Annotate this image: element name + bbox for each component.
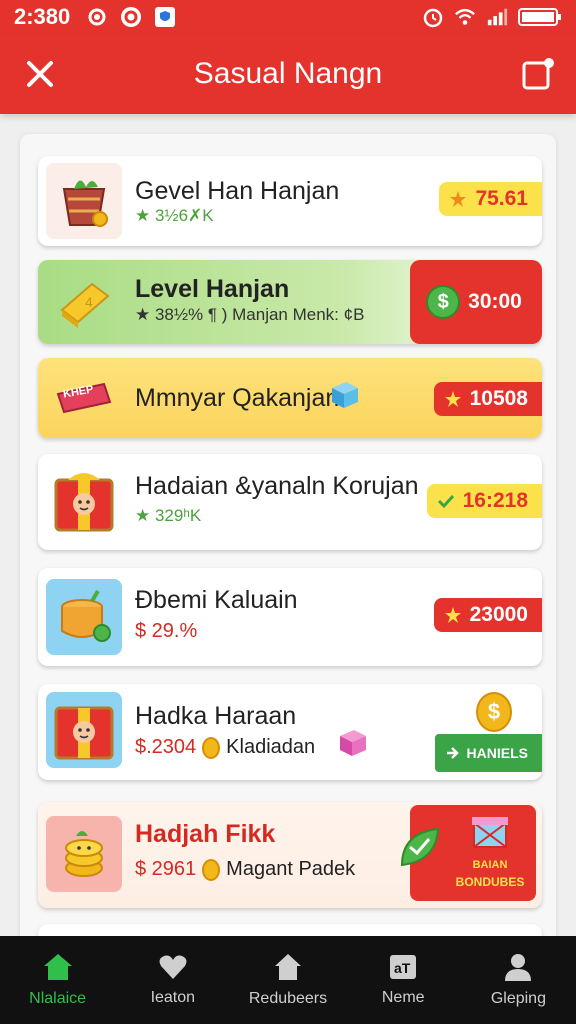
- signal-icon: [486, 6, 508, 28]
- compose-button[interactable]: [520, 56, 556, 92]
- close-icon: [27, 61, 53, 87]
- reward-value: 75.61: [475, 187, 528, 210]
- home-icon: [43, 954, 72, 980]
- nav-label: Nlalaice: [29, 990, 87, 1007]
- reward-value: 16:218: [462, 489, 528, 512]
- close-button[interactable]: [22, 56, 58, 92]
- coin-pot-icon: [46, 579, 122, 655]
- item-subtitle: ★ 3½6✗K: [135, 206, 214, 225]
- list-item[interactable]: KHEP Mmnyar Qakanjan 10508: [38, 358, 542, 438]
- item-title: Mmnyar Qakanjan: [135, 384, 340, 412]
- ticket-icon: [46, 360, 122, 436]
- item-subtitle: $ 2961 Magant Padek: [135, 858, 355, 881]
- item-title: Hadaian &yanaln Korujan: [135, 472, 419, 500]
- gift-box-icon: [46, 692, 122, 768]
- list-item[interactable]: Hadjah Fikk $ 2961 Magant Padek BAIAN BO…: [38, 802, 542, 908]
- item-title: Hadjah Fikk: [135, 820, 276, 848]
- item-title: Gevel Han Hanjan: [135, 177, 340, 205]
- reward-value: 10508: [469, 387, 528, 410]
- item-price: $.2304: [135, 736, 197, 758]
- bottom-nav: Nlalaice Ieaton Redubeers aT Neme Glepin…: [0, 936, 576, 1024]
- status-bar: 2:380: [0, 0, 576, 34]
- gift-cube-icon: [340, 730, 366, 756]
- list-item[interactable]: Hadka Haraan $.2304 Kladiadan $ HANIELS: [38, 684, 542, 780]
- item-title: Ðbemi Kaluain: [135, 586, 298, 614]
- item-subtitle: $.2304 Kladiadan: [135, 736, 315, 759]
- page-title: Sasual Nangn: [193, 57, 383, 90]
- item-detail: Magant Padek: [226, 858, 356, 880]
- reward-badge[interactable]: $ 30:00: [410, 260, 542, 344]
- coin-icon: $: [426, 285, 461, 319]
- coin-stack-icon: [46, 816, 122, 892]
- item-title: Hadka Haraan: [135, 702, 297, 730]
- star-icon: [444, 607, 461, 623]
- leaf-check-icon: [400, 827, 440, 867]
- gift-icon: [472, 817, 508, 848]
- person-icon: [505, 954, 532, 981]
- gold-bar-icon: 4: [46, 264, 122, 340]
- nav-item-cards[interactable]: aT Neme: [346, 936, 461, 1024]
- item-subtitle: $ 29.%: [135, 620, 198, 642]
- house-icon: [275, 954, 301, 980]
- nav-label: Gleping: [490, 990, 546, 1007]
- nav-label: Ieaton: [150, 989, 196, 1006]
- svg-text:aT: aT: [394, 960, 411, 976]
- nav-item-home[interactable]: Nlalaice: [0, 936, 115, 1024]
- reward-badge[interactable]: 16:218: [426, 484, 542, 518]
- app-bar: Sasual Nangn: [0, 34, 576, 114]
- list-item[interactable]: Ðbemi Kaluain $ 29.% 23000: [38, 568, 542, 666]
- star-icon: [444, 391, 461, 407]
- shield-notification-icon: [154, 6, 176, 28]
- svg-text:4: 4: [85, 294, 93, 310]
- bonus-label-top: BAIAN: [472, 859, 508, 871]
- reward-value: 23000: [469, 603, 528, 626]
- check-icon: [437, 494, 454, 509]
- bonus-label: BONDUBES: [455, 875, 525, 889]
- compose-icon: [522, 58, 554, 90]
- gift-box-icon: [46, 464, 122, 540]
- content-panel: Gevel Han Hanjan ★ 3½6✗K 75.61 4 Level H…: [20, 134, 556, 964]
- item-subtitle: ★ 329ʰK: [135, 506, 202, 525]
- claim-label: HANIELS: [466, 745, 528, 761]
- nav-item-favorites[interactable]: Ieaton: [115, 936, 230, 1024]
- coin-icon: [202, 736, 221, 759]
- item-title: Level Hanjan: [135, 275, 290, 303]
- item-price: $ 2961: [135, 858, 197, 880]
- settings-notification-icon: [86, 6, 108, 28]
- wifi-icon: [454, 6, 476, 28]
- bucket-icon: [46, 163, 122, 239]
- list-item[interactable]: Hadaian &yanaln Korujan ★ 329ʰK 16:218: [38, 454, 542, 550]
- list-item[interactable]: 4 Level Hanjan ★ 38½% ¶ ) Manjan Menk: ¢…: [38, 260, 542, 344]
- gold-coin-icon: $: [476, 692, 512, 732]
- cube-icon: [332, 382, 358, 408]
- heart-icon: [159, 955, 187, 979]
- nav-item-profile[interactable]: Gleping: [461, 936, 576, 1024]
- star-icon: [450, 191, 467, 207]
- status-time: 2:380: [14, 4, 71, 29]
- card-icon: aT: [390, 955, 417, 979]
- nav-label: Redubeers: [248, 990, 328, 1007]
- reward-badge[interactable]: 75.61: [439, 182, 542, 216]
- list-item[interactable]: Gevel Han Hanjan ★ 3½6✗K 75.61: [38, 156, 542, 246]
- coin-icon: [202, 858, 221, 881]
- reward-value: 30:00: [468, 290, 522, 313]
- item-detail: Kladiadan: [226, 736, 316, 758]
- alarm-icon: [422, 6, 444, 28]
- bonus-button[interactable]: BAIAN BONDUBES: [400, 805, 536, 901]
- app-notification-icon: [120, 6, 142, 28]
- arrow-icon: [446, 747, 459, 759]
- nav-item-rewards[interactable]: Redubeers: [230, 936, 345, 1024]
- reward-badge[interactable]: 10508: [433, 382, 542, 416]
- reward-badge[interactable]: 23000: [433, 598, 542, 632]
- item-subtitle: ★ 38½% ¶ ) Manjan Menk: ¢Β: [135, 305, 365, 324]
- battery-icon: [518, 6, 562, 28]
- nav-label: Neme: [381, 989, 425, 1006]
- claim-button[interactable]: HANIELS: [434, 734, 542, 772]
